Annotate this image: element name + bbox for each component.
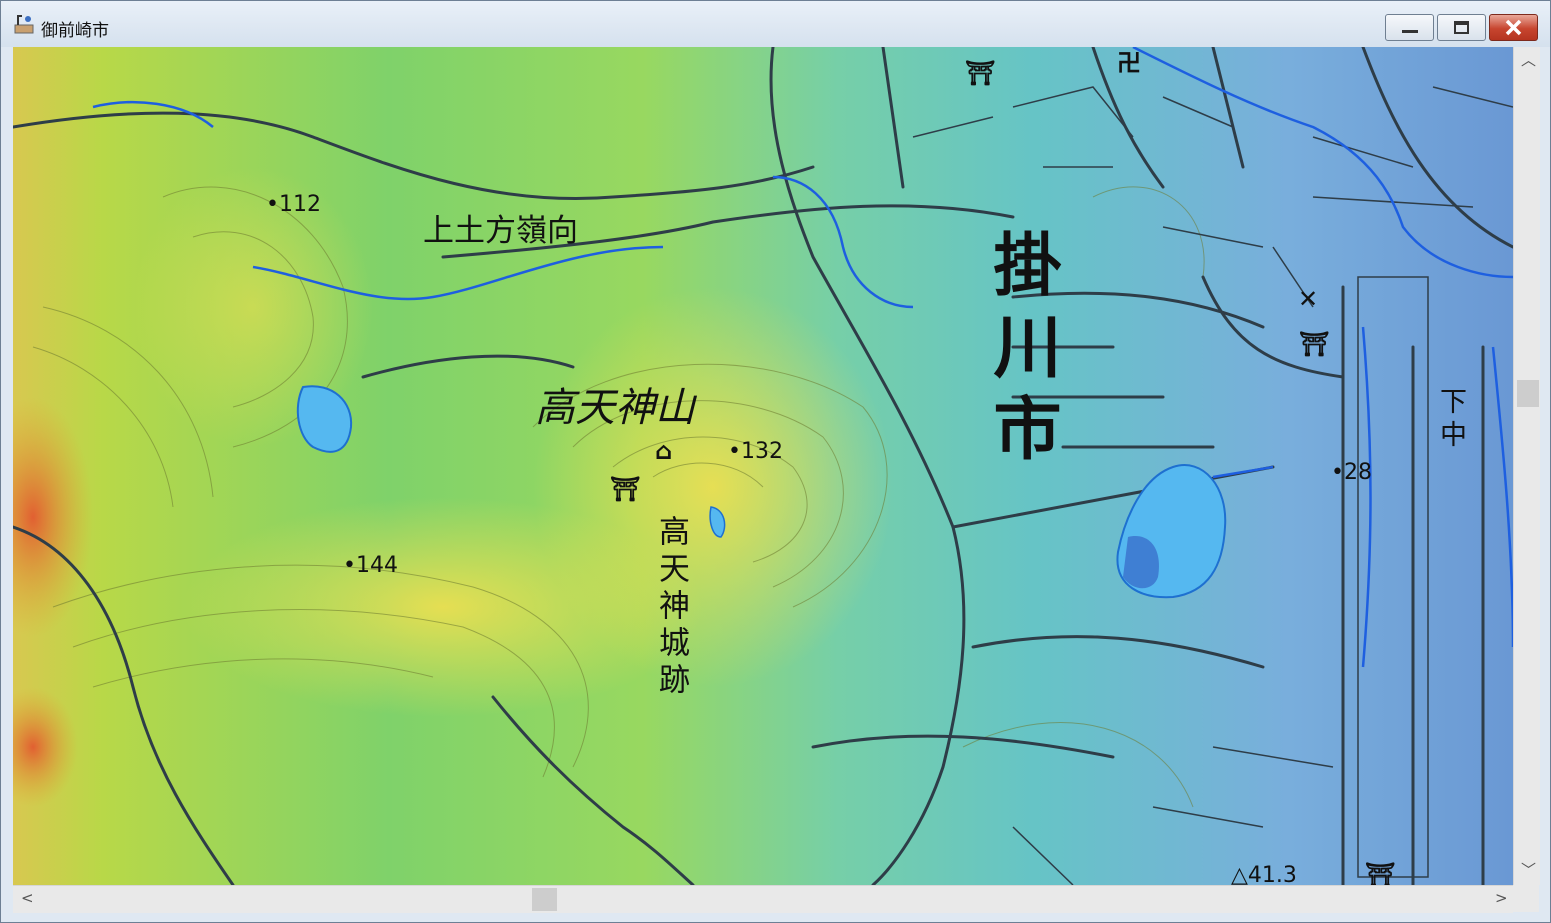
- close-button[interactable]: [1489, 14, 1538, 41]
- elevation-label: •112: [266, 192, 321, 217]
- app-icon: [14, 15, 34, 34]
- castle-label: 高天神城跡: [653, 515, 689, 700]
- city-label: 掛川市: [981, 229, 1060, 475]
- triangulation-label: △41.3: [1231, 863, 1297, 885]
- shrine-icon: ⛩: [1365, 861, 1396, 885]
- map-canvas[interactable]: •112 上土方嶺向 高天神山 •132 •144 •28 △41.3 高天神城…: [13, 47, 1513, 885]
- scroll-up-icon[interactable]: ︿: [1521, 53, 1536, 68]
- title-bar[interactable]: 御前崎市: [1, 1, 1550, 47]
- shrine-icon: ⛩: [1299, 330, 1330, 358]
- place-label: 上土方嶺向: [423, 213, 578, 249]
- elevation-label: •132: [728, 439, 783, 464]
- scroll-down-icon[interactable]: ﹀: [1521, 863, 1536, 878]
- minimize-button[interactable]: [1385, 14, 1434, 41]
- topographic-map: [13, 47, 1513, 885]
- window-title: 御前崎市: [41, 21, 109, 41]
- shrine-icon: ⛩: [965, 59, 996, 87]
- maximize-button[interactable]: [1437, 14, 1486, 41]
- horizontal-scroll-thumb[interactable]: [532, 888, 557, 911]
- vertical-scrollbar[interactable]: ︿ ﹀: [1513, 47, 1540, 885]
- horizontal-scrollbar[interactable]: < >: [13, 885, 1513, 913]
- app-window: 御前崎市 •112 上土方嶺向 高天神山 •132 •144 •28 △41.3…: [0, 0, 1551, 923]
- scroll-right-icon[interactable]: >: [1495, 891, 1508, 906]
- temple-icon: 卍: [1117, 49, 1141, 77]
- scroll-left-icon[interactable]: <: [21, 891, 34, 906]
- police-box-icon: ✕: [1298, 285, 1319, 313]
- shrine-icon: ⛩: [610, 475, 641, 503]
- vertical-scroll-thumb[interactable]: [1517, 380, 1539, 407]
- elevation-label: •28: [1331, 460, 1372, 485]
- mountain-label: 高天神山: [535, 385, 695, 431]
- elevation-label: •144: [343, 553, 398, 578]
- district-label: 下中: [1435, 387, 1466, 453]
- close-icon: [1505, 19, 1522, 36]
- castle-ruins-icon: ⌂: [655, 437, 673, 465]
- maximize-icon: [1454, 21, 1469, 34]
- resize-grip[interactable]: [1513, 885, 1539, 912]
- minimize-icon: [1402, 30, 1418, 33]
